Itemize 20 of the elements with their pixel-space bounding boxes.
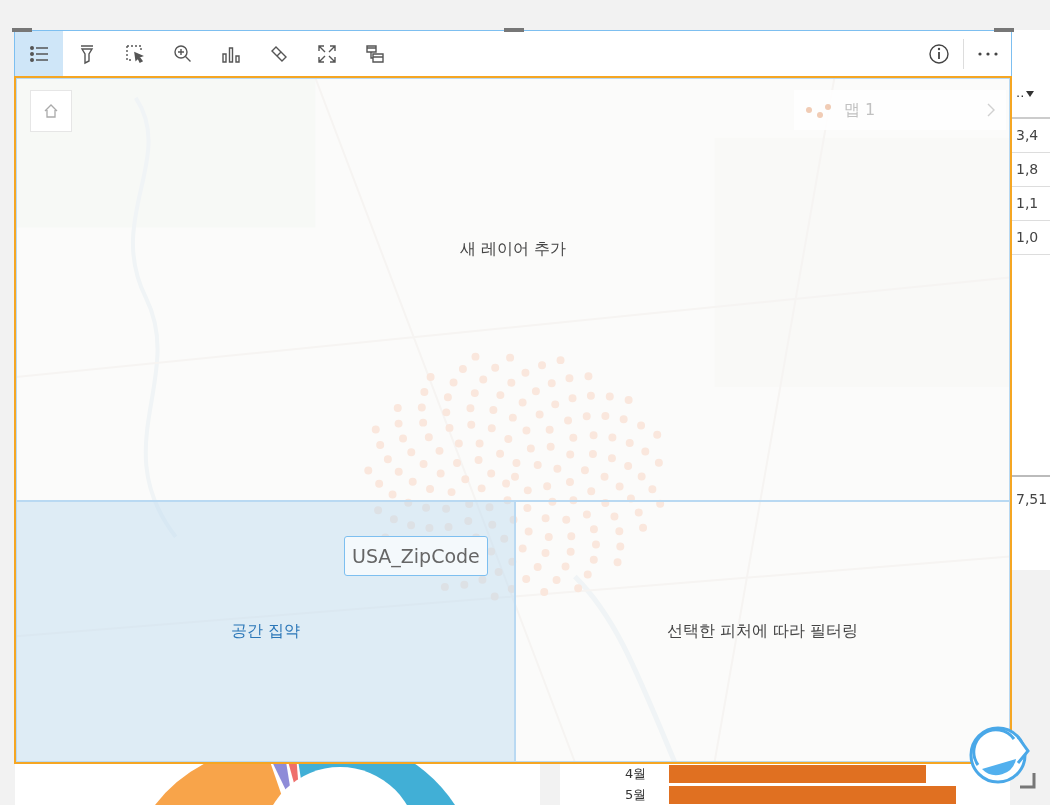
more-icon (976, 50, 999, 57)
layer-title: 맵 1 (844, 99, 877, 121)
table-cell: 3,4 (1012, 119, 1050, 153)
table-cell: 1,8 (1012, 153, 1050, 187)
layers-icon (364, 42, 386, 65)
table-cell: 1,0 (1012, 221, 1050, 255)
column-header[interactable]: .. (1012, 85, 1050, 119)
info-icon (928, 42, 950, 65)
caret-icon (1026, 90, 1035, 97)
expand-icon (316, 42, 338, 65)
home-icon (42, 102, 60, 120)
legend-button[interactable] (15, 31, 63, 76)
drag-tooltip: USA_ZipCode (344, 536, 488, 576)
chevron-icon (986, 102, 996, 118)
bar-label: 4월 (625, 765, 648, 783)
drop-zone[interactable]: 선택한 피처에 따라 필터링 (515, 501, 1010, 762)
table-cell: 1,1 (1012, 187, 1050, 221)
selection-icon (124, 42, 146, 65)
total-cell-text: 7,51 (1015, 490, 1049, 509)
bar-label: 5월 (625, 786, 648, 804)
